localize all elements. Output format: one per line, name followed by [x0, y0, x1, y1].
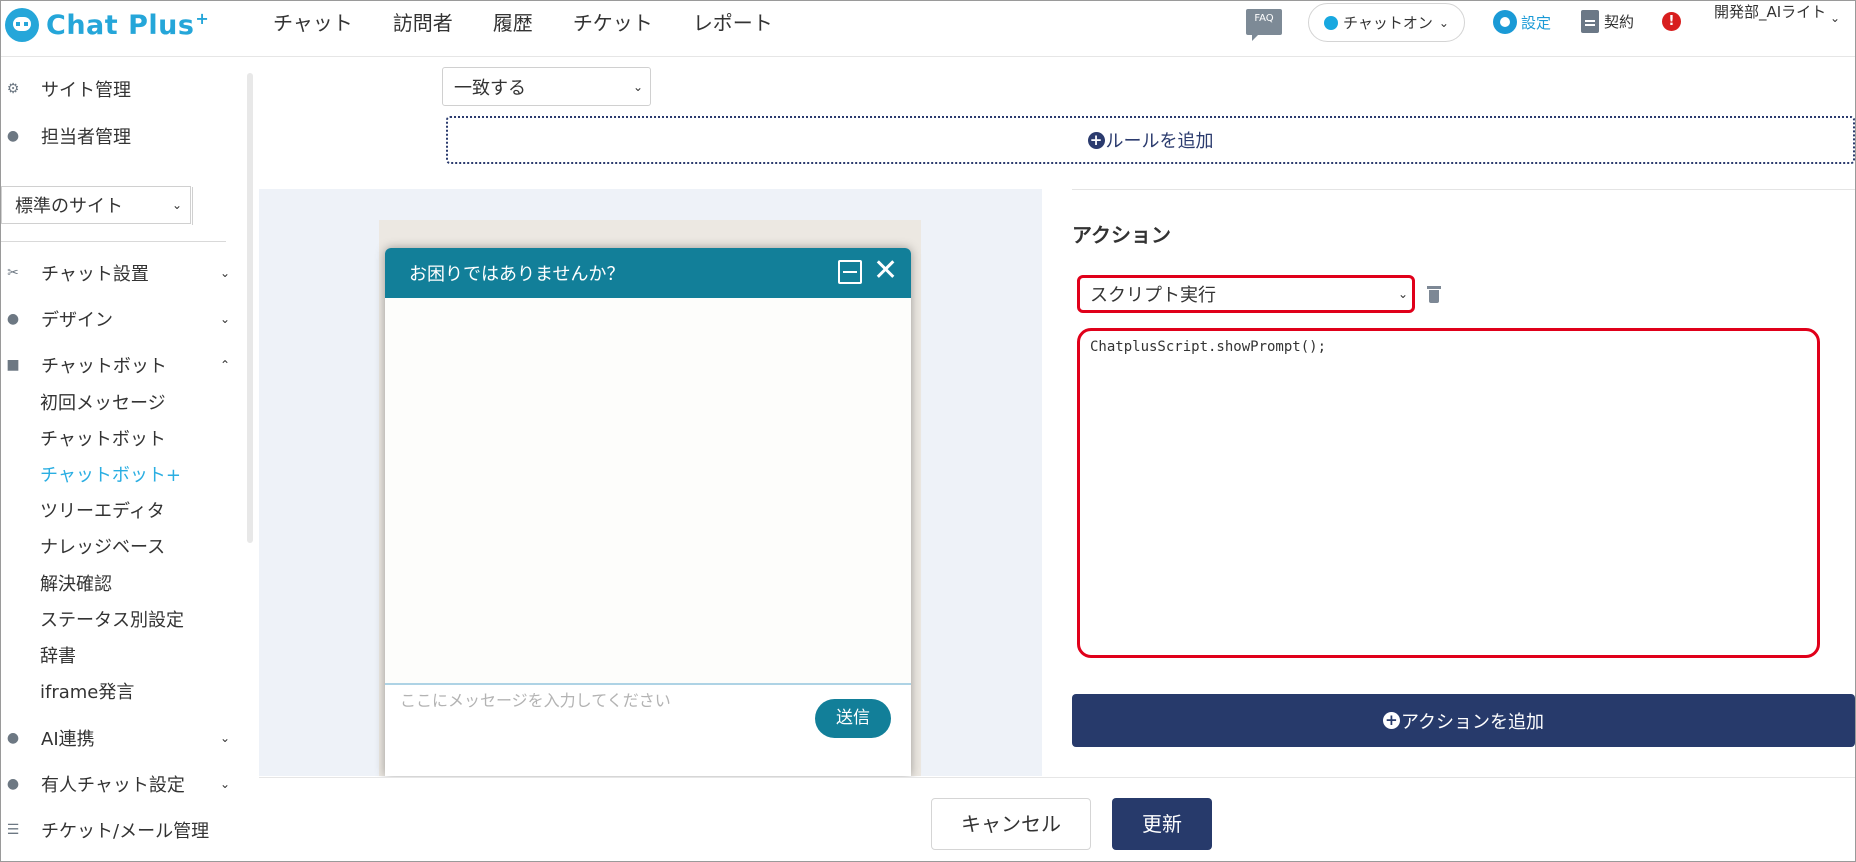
- chat-status-label: チャットオン: [1343, 14, 1433, 32]
- chevron-down-icon: ⌄: [220, 312, 231, 326]
- trash-icon[interactable]: [1427, 286, 1441, 303]
- sidebar-item-label: チケット/メール管理: [41, 821, 210, 842]
- action-type-select[interactable]: スクリプト実行 ⌄: [1077, 275, 1415, 313]
- sidebar-sub-status-settings[interactable]: ステータス別設定: [40, 606, 184, 632]
- add-rule-button[interactable]: + ルールを追加: [446, 116, 1855, 164]
- sidebar-sub-tree-editor[interactable]: ツリーエディタ: [40, 497, 165, 523]
- faq-icon[interactable]: FAQ: [1246, 9, 1282, 41]
- sidebar-sub-chatbot-plus[interactable]: チャットボット+: [40, 461, 181, 487]
- nav-chat[interactable]: チャット: [273, 7, 353, 36]
- chevron-down-icon: ⌄: [633, 79, 644, 94]
- chevron-down-icon: ⌄: [172, 198, 183, 212]
- nav-reports[interactable]: レポート: [693, 7, 773, 36]
- sidebar-item-label: チャットボット: [41, 356, 167, 377]
- tools-icon: ✂: [7, 265, 19, 281]
- chat-status-toggle[interactable]: チャットオン ⌄: [1308, 3, 1465, 42]
- app-frame: Chat Plus+ チャット 訪問者 履歴 チケット レポート FAQ チャッ…: [0, 0, 1856, 862]
- sidebar-item-label: 有人チャット設定: [41, 775, 185, 796]
- match-condition-select[interactable]: 一致する ⌄: [442, 67, 651, 106]
- sidebar-item-label: サイト管理: [41, 80, 131, 101]
- sidebar-item-staff-manage[interactable]: ● 担当者管理: [1, 121, 241, 151]
- contract-label: 契約: [1604, 13, 1635, 31]
- match-condition-value: 一致する: [454, 77, 526, 99]
- sidebar-sub-chatbot[interactable]: チャットボット: [40, 425, 166, 451]
- plus-circle-icon: +: [1382, 712, 1400, 729]
- close-icon[interactable]: ✕: [873, 256, 898, 286]
- settings-link[interactable]: 設定: [1493, 10, 1551, 34]
- sidebar-item-label: チャット設置: [41, 264, 149, 285]
- sidebar-item-design[interactable]: ● デザイン ⌄: [1, 304, 241, 334]
- sidebar-item-chatbot[interactable]: ■ チャットボット ⌃: [1, 350, 241, 380]
- site-settings-button[interactable]: [192, 187, 406, 225]
- chevron-down-icon: ⌄: [220, 731, 231, 745]
- chat-icon: ■: [6, 357, 20, 373]
- send-button[interactable]: 送信: [815, 699, 891, 738]
- gear-icon: ⚙: [6, 81, 20, 97]
- alert-icon[interactable]: !: [1662, 12, 1681, 31]
- chat-message-input[interactable]: ここにメッセージを入力してください 送信: [385, 683, 911, 776]
- gear-icon: [1493, 10, 1517, 34]
- sidebar-item-site-manage[interactable]: ⚙ サイト管理: [1, 74, 241, 104]
- add-action-button[interactable]: + アクションを追加: [1072, 694, 1855, 747]
- action-panel-divider: [1072, 189, 1855, 190]
- chevron-down-icon: ⌄: [220, 777, 231, 791]
- action-title: アクション: [1072, 223, 1171, 247]
- chevron-up-icon: ⌃: [220, 358, 231, 372]
- sidebar-item-ticket-mail[interactable]: ☰ チケット/メール管理: [1, 815, 241, 845]
- script-textarea[interactable]: ChatplusScript.showPrompt();: [1077, 328, 1820, 658]
- add-rule-label: ルールを追加: [1105, 131, 1214, 152]
- sidebar-sub-first-message[interactable]: 初回メッセージ: [40, 389, 166, 415]
- sidebar-item-label: 担当者管理: [41, 127, 131, 148]
- bulb-icon: ●: [6, 730, 20, 746]
- sidebar-item-ai[interactable]: ● AI連携 ⌄: [1, 723, 241, 753]
- top-header: Chat Plus+ チャット 訪問者 履歴 チケット レポート FAQ チャッ…: [1, 1, 1855, 57]
- nav-history[interactable]: 履歴: [493, 7, 533, 36]
- sidebar-sub-iframe[interactable]: iframe発言: [40, 678, 134, 704]
- settings-label: 設定: [1521, 13, 1552, 32]
- sidebar-item-chat-setup[interactable]: ✂ チャット設置 ⌄: [1, 258, 241, 288]
- nav-visitors[interactable]: 訪問者: [393, 7, 453, 36]
- cancel-button[interactable]: キャンセル: [931, 798, 1091, 850]
- site-select[interactable]: 標準のサイト ⌄: [1, 186, 406, 225]
- minimize-icon[interactable]: [838, 260, 862, 284]
- chat-input-placeholder: ここにメッセージを入力してください: [400, 691, 671, 710]
- contract-link[interactable]: 契約: [1581, 10, 1634, 33]
- add-action-label: アクションを追加: [1400, 711, 1545, 733]
- sidebar-item-label: AI連携: [41, 729, 95, 750]
- sidebar-sub-dictionary[interactable]: 辞書: [40, 642, 76, 668]
- list-icon: ☰: [6, 822, 20, 838]
- sidebar-scrollbar[interactable]: [247, 73, 253, 543]
- update-button[interactable]: 更新: [1112, 798, 1212, 850]
- plus-circle-icon: +: [1087, 131, 1105, 149]
- user-icon: ●: [6, 128, 20, 144]
- chevron-down-icon[interactable]: ⌄: [1830, 11, 1840, 25]
- sidebar-sub-resolution[interactable]: 解決確認: [40, 570, 112, 596]
- document-icon: [1581, 10, 1599, 33]
- site-select-value: 標準のサイト: [15, 196, 123, 217]
- status-dot-icon: [1324, 15, 1338, 30]
- chat-bubble-logo-icon: [5, 8, 39, 42]
- chat-preview-header: お困りではありませんか？ ✕: [385, 248, 911, 298]
- sidebar-sub-knowledge-base[interactable]: ナレッジベース: [40, 533, 165, 559]
- main-nav: チャット 訪問者 履歴 チケット レポート: [273, 1, 813, 41]
- sidebar-item-label: デザイン: [41, 310, 113, 331]
- action-type-value: スクリプト実行: [1090, 285, 1216, 306]
- logo-text: Chat Plus+: [46, 9, 210, 41]
- sidebar-divider: [1, 241, 226, 242]
- chevron-down-icon: ⌄: [1398, 287, 1409, 301]
- chat-preview-window: お困りではありませんか？ ✕ ここにメッセージを入力してください 送信: [385, 248, 911, 776]
- sidebar-item-live-chat[interactable]: ● 有人チャット設定 ⌄: [1, 769, 241, 799]
- chevron-down-icon: ⌄: [1438, 15, 1449, 30]
- palette-icon: ●: [6, 311, 20, 327]
- chat-preview-body: [385, 298, 911, 683]
- nav-tickets[interactable]: チケット: [573, 7, 653, 36]
- chevron-down-icon: ⌄: [220, 266, 231, 280]
- chat-preview-title: お困りではありませんか？: [409, 264, 625, 285]
- logo[interactable]: Chat Plus+: [5, 5, 209, 45]
- headset-icon: ●: [6, 776, 20, 792]
